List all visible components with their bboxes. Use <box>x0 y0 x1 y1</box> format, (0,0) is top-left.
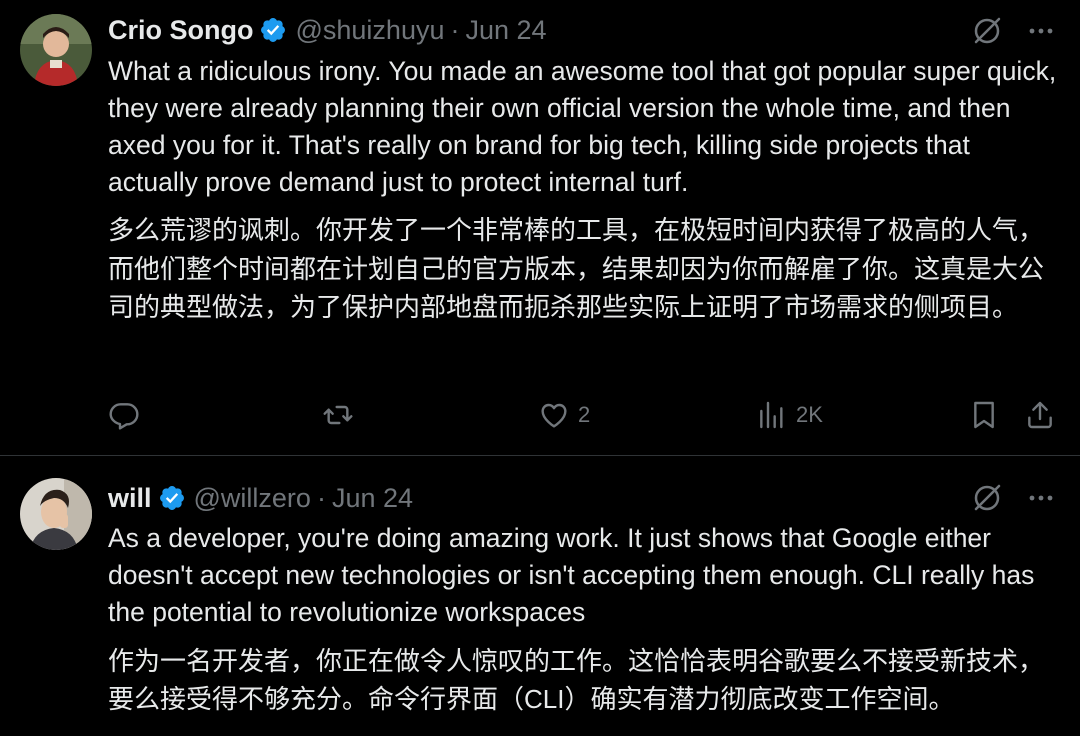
separator: · <box>316 482 326 513</box>
like-button[interactable]: 2 <box>538 394 590 436</box>
author-handle[interactable]: @willzero <box>194 483 311 514</box>
like-count: 2 <box>578 402 591 427</box>
bookmark-button[interactable] <box>968 394 1000 436</box>
avatar[interactable] <box>20 14 92 86</box>
tweet-text-chinese: 多么荒谬的讽刺。你开发了一个非常棒的工具，在极短时间内获得了极高的人气，而他们整… <box>108 215 1045 322</box>
share-icon <box>1028 401 1052 429</box>
tweet-header: will @willzero · Jun 24 <box>108 481 413 515</box>
grok-icon[interactable] <box>970 14 1004 48</box>
grok-icon[interactable] <box>970 481 1004 515</box>
views-icon <box>760 401 783 429</box>
share-button[interactable] <box>1024 394 1056 436</box>
reply-button[interactable] <box>108 394 140 436</box>
view-count: 2K <box>796 402 823 427</box>
tweet-date[interactable]: Jun 24 <box>332 483 413 514</box>
heart-icon <box>541 403 567 428</box>
more-icon[interactable] <box>1026 483 1056 513</box>
tweet-text-english: What a ridiculous irony. You made an awe… <box>108 56 1057 197</box>
author-name[interactable]: will <box>108 483 152 514</box>
verified-badge-icon <box>261 18 286 42</box>
tweet-card[interactable]: will @willzero · Jun 24 As a developer, … <box>0 457 1080 736</box>
tweet-text-chinese: 作为一名开发者，你正在做令人惊叹的工作。这恰恰表明谷歌要么不接受新技术，要么接受… <box>108 646 1045 714</box>
tweet-date[interactable]: Jun 24 <box>465 15 546 46</box>
retweet-icon <box>323 405 353 425</box>
author-handle[interactable]: @shuizhuyu <box>295 15 444 46</box>
more-icon[interactable] <box>1026 16 1056 46</box>
bookmark-icon <box>974 401 994 429</box>
reply-icon <box>109 403 139 430</box>
tweet-header: Crio Songo @shuizhuyu · Jun 24 <box>108 13 547 47</box>
verified-badge-icon <box>159 486 184 510</box>
avatar[interactable] <box>20 478 92 550</box>
retweet-button[interactable] <box>322 394 354 436</box>
separator: · <box>450 14 460 45</box>
tweet-actions: 2 2K <box>108 394 1060 436</box>
tweet-text-english: As a developer, you're doing amazing wor… <box>108 523 1035 627</box>
tweet-card[interactable]: Crio Songo @shuizhuyu · Jun 24 What a ri… <box>0 0 1080 456</box>
views-button[interactable]: 2K <box>756 394 823 436</box>
author-name[interactable]: Crio Songo <box>108 15 253 46</box>
